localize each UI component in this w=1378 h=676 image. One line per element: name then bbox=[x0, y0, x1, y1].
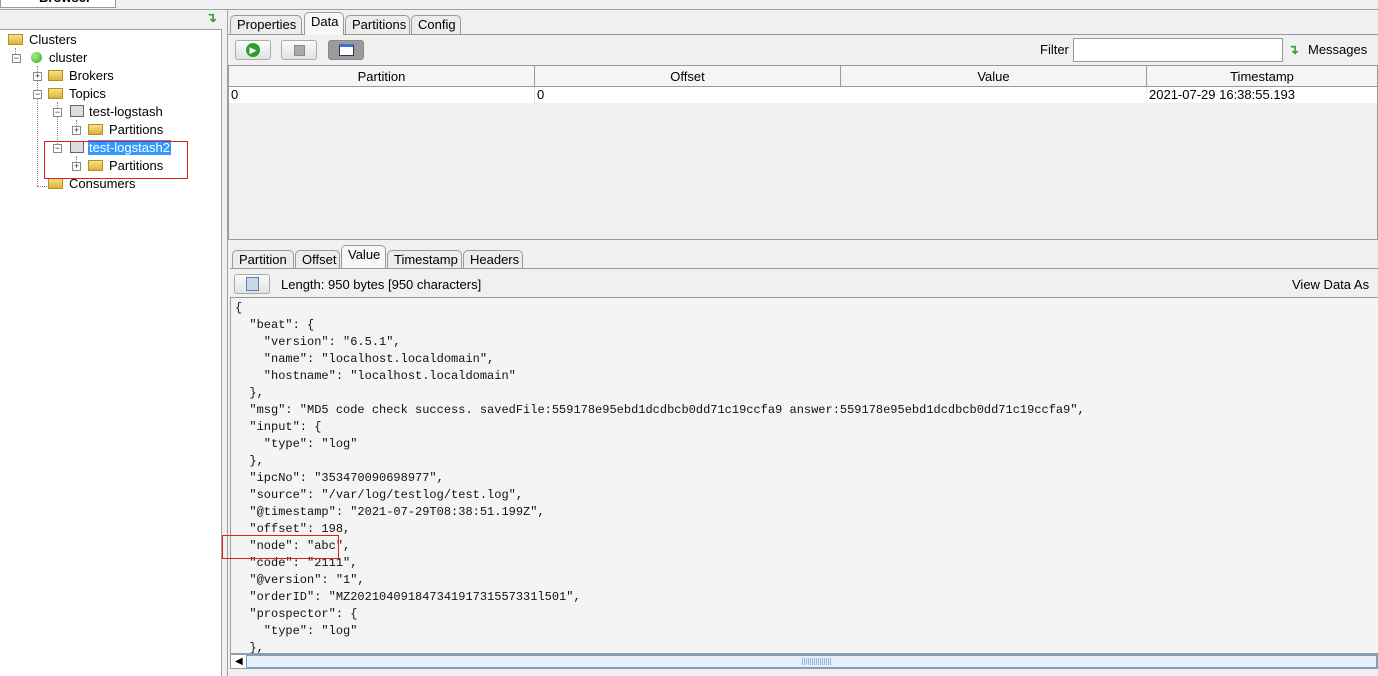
stop-icon bbox=[294, 45, 305, 56]
tree-node-cluster[interactable]: cluster bbox=[31, 49, 88, 67]
topic-book-icon bbox=[70, 105, 84, 117]
filter-label: Filter bbox=[1040, 42, 1069, 57]
code-line: }, bbox=[235, 641, 264, 654]
apply-filter-arrow-icon[interactable]: ↴ bbox=[1288, 42, 1299, 58]
grip-icon bbox=[802, 658, 832, 665]
code-line: "@timestamp": "2021-07-29T08:38:51.199Z"… bbox=[235, 505, 545, 519]
view-toggle-button[interactable] bbox=[328, 40, 364, 60]
tree-node-topic-test-logstash[interactable]: test-logstash bbox=[70, 103, 164, 121]
code-line: }, bbox=[235, 454, 264, 468]
window-icon bbox=[339, 44, 354, 56]
stop-button[interactable] bbox=[281, 40, 317, 60]
code-line: "input": { bbox=[235, 420, 322, 434]
folder-icon bbox=[88, 124, 103, 135]
tab-partition[interactable]: Partition bbox=[232, 250, 294, 269]
folder-icon bbox=[48, 70, 63, 81]
length-info: Length: 950 bytes [950 characters] bbox=[281, 277, 482, 292]
value-viewer[interactable]: { "beat": { "version": "6.5.1", "name": … bbox=[230, 297, 1378, 654]
messages-label: Messages bbox=[1308, 42, 1368, 57]
cell-offset: 0 bbox=[535, 87, 841, 103]
main-tabs: Properties Data Partitions Config bbox=[230, 12, 1378, 35]
tab-offset[interactable]: Offset bbox=[295, 250, 340, 269]
tab-config[interactable]: Config bbox=[411, 15, 461, 34]
tab-properties[interactable]: Properties bbox=[230, 15, 302, 34]
view-data-as-label[interactable]: View Data As bbox=[1292, 277, 1369, 292]
code-line: "orderID": "MZ20210409184734191731557331… bbox=[235, 590, 581, 604]
start-button[interactable]: ▶ bbox=[235, 40, 271, 60]
code-line: "source": "/var/log/testlog/test.log", bbox=[235, 488, 524, 502]
collapse-icon[interactable]: − bbox=[12, 54, 21, 63]
highlight-box bbox=[44, 141, 188, 179]
top-strip: Browser bbox=[0, 0, 1378, 10]
folder-open-icon bbox=[48, 88, 63, 99]
refresh-arrow-icon[interactable]: ↴ bbox=[206, 10, 217, 26]
code-line: "hostname": "localhost.localdomain" bbox=[235, 369, 516, 383]
tree-header: ↴ bbox=[0, 10, 222, 30]
tree-node-partitions[interactable]: Partitions bbox=[88, 121, 164, 139]
column-header-timestamp[interactable]: Timestamp bbox=[1147, 66, 1377, 87]
scrollbar-thumb[interactable] bbox=[246, 655, 1377, 668]
folder-open-icon bbox=[8, 34, 23, 45]
messages-table: Partition Offset Value Timestamp 0 0 {"b… bbox=[228, 65, 1378, 240]
collapse-icon[interactable]: − bbox=[33, 90, 42, 99]
expand-icon[interactable]: + bbox=[33, 72, 42, 81]
tab-value[interactable]: Value bbox=[341, 245, 386, 268]
tree-node-clusters[interactable]: Clusters bbox=[0, 31, 78, 49]
code-line: "@version": "1", bbox=[235, 573, 365, 587]
cluster-tree-panel: ↴ Clusters − cluster + Brokers − Topics … bbox=[0, 10, 222, 676]
code-line: "ipcNo": "353470090698977", bbox=[235, 471, 444, 485]
tab-headers[interactable]: Headers bbox=[463, 250, 523, 269]
cell-partition: 0 bbox=[229, 87, 535, 103]
detail-tabs: Partition Offset Value Timestamp Headers bbox=[232, 245, 1378, 269]
scroll-left-icon[interactable]: ◀ bbox=[235, 656, 243, 667]
code-line: "type": "log" bbox=[235, 437, 358, 451]
tree-node-brokers[interactable]: Brokers bbox=[48, 67, 115, 85]
play-icon: ▶ bbox=[246, 43, 260, 57]
code-line: "type": "log" bbox=[235, 624, 358, 638]
cell-timestamp: 2021-07-29 16:38:55.193 bbox=[1147, 87, 1377, 103]
code-line: }, bbox=[235, 386, 264, 400]
column-header-partition[interactable]: Partition bbox=[229, 66, 535, 87]
column-header-value[interactable]: Value bbox=[841, 66, 1147, 87]
cell-value: {"beat":{"version":"6.5.1","name":"local… bbox=[841, 87, 1146, 103]
tab-partitions[interactable]: Partitions bbox=[345, 15, 410, 34]
status-online-icon bbox=[31, 52, 42, 63]
collapse-icon[interactable]: − bbox=[53, 108, 62, 117]
tab-timestamp[interactable]: Timestamp bbox=[387, 250, 462, 269]
tab-data[interactable]: Data bbox=[304, 12, 344, 35]
tab-browser[interactable]: Browser bbox=[0, 0, 116, 8]
code-line: "prospector": { bbox=[235, 607, 358, 621]
code-line: { bbox=[235, 301, 243, 315]
highlight-box bbox=[222, 535, 339, 559]
code-line: "name": "localhost.localdomain", bbox=[235, 352, 495, 366]
folder-open-icon bbox=[48, 178, 63, 189]
expand-icon[interactable]: + bbox=[72, 126, 81, 135]
tree-node-topics[interactable]: Topics bbox=[48, 85, 107, 103]
code-line: "version": "6.5.1", bbox=[235, 335, 401, 349]
filter-input[interactable] bbox=[1073, 38, 1283, 62]
code-line: "msg": "MD5 code check success. savedFil… bbox=[235, 403, 1085, 417]
code-line: "beat": { bbox=[235, 318, 315, 332]
horizontal-scrollbar[interactable]: ◀ bbox=[230, 654, 1378, 669]
floppy-disk-icon bbox=[246, 277, 259, 291]
save-button[interactable] bbox=[234, 274, 270, 294]
column-header-offset[interactable]: Offset bbox=[535, 66, 841, 87]
